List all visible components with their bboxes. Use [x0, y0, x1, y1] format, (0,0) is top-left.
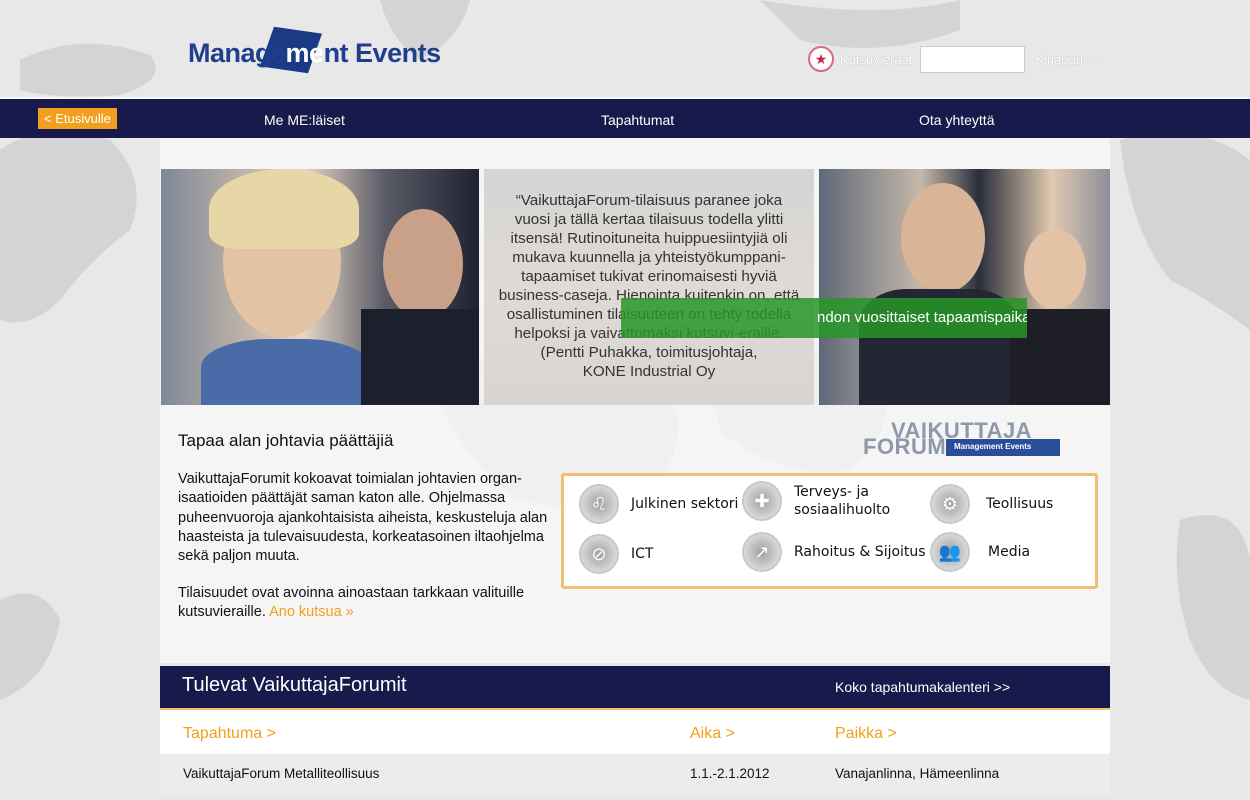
column-place[interactable]: Paikka >: [835, 725, 897, 743]
quote-attribution-line-2: KONE Industrial Oy: [582, 363, 716, 380]
upcoming-events-header: Tulevat VaikuttajaForumit Koko tapahtuma…: [160, 666, 1110, 708]
event-time: 1.1.-2.1.2012: [690, 766, 770, 781]
sector-health[interactable]: ✚ Terveys- ja sosiaalihuolto: [742, 481, 904, 521]
hero-caption-banner[interactable]: ndon vuosittaiset tapaamispaikat: [621, 298, 1027, 338]
hero-quote-panel: “VaikuttajaForum-tilaisuus paranee joka …: [484, 169, 814, 405]
management-events-logo[interactable]: Management Events: [186, 26, 441, 74]
guest-login: ★ Kutsuvieraat Kirjaudu >>: [808, 44, 1102, 74]
login-label: Kutsuvieraat: [840, 51, 913, 67]
intro-invite-paragraph: Tilaisuudet ovat avoinna ainoastaan tark…: [178, 585, 525, 621]
nav-item-contact[interactable]: Ota yhteyttä: [919, 112, 994, 128]
request-invite-link[interactable]: Ano kutsua »: [269, 604, 354, 620]
column-event[interactable]: Tapahtuma >: [183, 725, 276, 743]
logo-text: Management Events: [188, 38, 441, 68]
sector-media[interactable]: 👥 Media: [930, 532, 1030, 572]
sector-public[interactable]: ♌ Julkinen sektori: [579, 484, 738, 524]
satellite-icon: ⊘: [579, 534, 619, 574]
health-cross-icon: ✚: [742, 481, 782, 521]
site-header: Management Events ★ Kutsuvieraat Kirjaud…: [0, 0, 1250, 97]
main-nav: < Etusivulle Me ME:läiset Tapahtumat Ota…: [0, 97, 1250, 138]
main-content: “VaikuttajaForum-tilaisuus paranee joka …: [160, 138, 1110, 800]
event-name[interactable]: VaikuttajaForum Metalliteollisuus: [183, 766, 379, 781]
nav-item-events[interactable]: Tapahtumat: [601, 112, 674, 128]
login-code-input[interactable]: [920, 45, 1026, 73]
events-title: Tulevat VaikuttajaForumit: [182, 674, 407, 696]
vaikuttajaforum-logo: VAIKUTTAJA FORUM Management Events: [858, 418, 1060, 459]
star-icon: ★: [808, 46, 834, 72]
chart-icon: ↗: [742, 532, 782, 572]
sector-finance[interactable]: ↗ Rahoitus & Sijoitus: [742, 532, 926, 572]
gears-icon: ⚙: [930, 484, 970, 524]
nav-item-about[interactable]: Me ME:läiset: [264, 112, 345, 128]
home-button[interactable]: < Etusivulle: [38, 108, 117, 129]
intro-title: Tapaa alan johtavia päättäjiä: [178, 431, 394, 450]
event-calendar-link[interactable]: Koko tapahtumakalenteri >>: [835, 679, 1010, 695]
hero-photo-right: [819, 169, 1110, 405]
event-place: Vanajanlinna, Hämeenlinna: [835, 766, 1000, 781]
lion-emblem-icon: ♌: [579, 484, 619, 524]
column-time[interactable]: Aika >: [690, 725, 735, 743]
events-table-header: Tapahtuma > Aika > Paikka >: [160, 710, 1110, 754]
sector-selector: ♌ Julkinen sektori ✚ Terveys- ja sosiaal…: [561, 473, 1098, 589]
sector-ict[interactable]: ⊘ ICT: [579, 534, 653, 574]
intro-paragraph: VaikuttajaForumit kokoavat toimialan joh…: [178, 471, 548, 565]
hero-photo-left: [161, 169, 479, 405]
sector-industry[interactable]: ⚙ Teollisuus: [930, 484, 1053, 524]
hero-banner: “VaikuttajaForum-tilaisuus paranee joka …: [161, 169, 1110, 405]
people-icon: 👥: [930, 532, 970, 572]
table-row[interactable]: VaikuttajaForum Metalliteollisuus 1.1.-2…: [160, 754, 1110, 794]
testimonial-quote: “VaikuttajaForum-tilaisuus paranee joka …: [484, 169, 814, 405]
login-link[interactable]: Kirjaudu >>: [1035, 52, 1102, 67]
quote-attribution-line-1: (Pentti Puhakka, toimitusjohtaja,: [540, 344, 758, 361]
